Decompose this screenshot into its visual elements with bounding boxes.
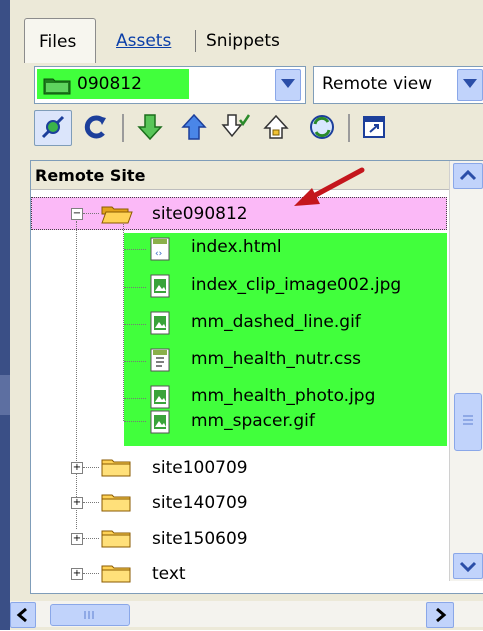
expand-toggle[interactable]: + — [71, 462, 83, 474]
tree-connector — [123, 221, 124, 421]
collapse-toggle[interactable]: − — [71, 208, 83, 220]
image-file-icon — [150, 274, 170, 298]
site-folder-icon — [43, 78, 71, 95]
tab-files[interactable]: Files — [24, 18, 96, 63]
css-file-icon — [150, 348, 170, 372]
view-dropdown-button[interactable] — [457, 69, 483, 101]
file-name[interactable]: mm_dashed_line.gif — [191, 312, 361, 332]
folder-icon — [101, 565, 131, 583]
file-name[interactable]: index.html — [191, 237, 282, 257]
files-panel: Files Assets Snippets 090812 Remote view — [10, 0, 483, 630]
chevron-down-icon — [463, 79, 477, 88]
tab-divider — [195, 30, 196, 52]
scroll-up-button[interactable] — [453, 163, 483, 189]
vertical-scrollbar[interactable] — [449, 161, 483, 581]
open-folder-name: site090812 — [152, 204, 248, 224]
folder-name[interactable]: site140709 — [152, 493, 248, 513]
site-dropdown[interactable]: 090812 — [34, 66, 306, 104]
tab-assets[interactable]: Assets — [116, 31, 171, 51]
chevron-left-icon — [16, 607, 27, 623]
chevron-right-icon — [436, 607, 447, 623]
folder-icon — [101, 494, 131, 512]
site-dropdown-value: 090812 — [77, 74, 142, 94]
expand-button[interactable] — [356, 110, 392, 144]
check-in-icon — [263, 114, 289, 139]
grip-icon — [463, 415, 473, 425]
html-file-icon: ‹› — [150, 237, 170, 261]
tree-header: Remote Site — [31, 161, 449, 190]
folder-name[interactable]: site100709 — [152, 458, 248, 478]
scroll-thumb[interactable] — [454, 393, 482, 451]
refresh-icon — [84, 115, 106, 139]
view-dropdown[interactable]: Remote view — [313, 66, 483, 104]
image-file-icon — [150, 385, 170, 409]
expand-icon — [363, 116, 385, 138]
check-out-button[interactable] — [218, 110, 254, 144]
file-name[interactable]: mm_spacer.gif — [191, 411, 315, 431]
connect-button[interactable] — [34, 110, 72, 146]
file-name[interactable]: index_clip_image002.jpg — [191, 275, 401, 295]
horizontal-scrollbar[interactable] — [10, 601, 483, 628]
folder-name[interactable]: text — [152, 564, 186, 584]
get-icon — [137, 114, 163, 141]
file-name[interactable]: mm_health_photo.jpg — [191, 386, 375, 406]
remote-site-tree: Remote Site − site090812 ‹› index.html i… — [30, 160, 483, 594]
put-icon — [181, 113, 207, 140]
image-file-icon — [150, 410, 170, 434]
left-frame-bar — [0, 0, 10, 630]
check-out-icon — [221, 114, 251, 138]
scroll-down-button[interactable] — [453, 553, 483, 579]
folder-icon — [101, 530, 131, 548]
toolbar-separator — [122, 114, 124, 142]
open-folder-icon — [101, 206, 133, 224]
synchronize-button[interactable] — [304, 110, 340, 144]
svg-text:‹›: ‹› — [155, 249, 162, 259]
scroll-left-button[interactable] — [10, 602, 36, 628]
folder-name[interactable]: site150609 — [152, 529, 248, 549]
grip-icon — [84, 611, 94, 619]
toolbar-separator — [348, 114, 350, 142]
tab-bar: Files Assets Snippets — [10, 0, 483, 63]
connect-icon — [41, 115, 65, 139]
view-dropdown-value: Remote view — [322, 74, 433, 94]
refresh-button[interactable] — [78, 110, 114, 144]
chevron-up-icon — [459, 169, 477, 181]
get-button[interactable] — [132, 110, 168, 144]
annotation-arrow-icon — [294, 167, 365, 206]
site-dropdown-button[interactable] — [275, 69, 301, 101]
expand-toggle[interactable]: + — [71, 568, 83, 580]
check-in-button[interactable] — [260, 110, 296, 144]
image-file-icon — [150, 311, 170, 335]
splitter-grip[interactable] — [0, 375, 10, 415]
expand-toggle[interactable]: + — [71, 497, 83, 509]
expand-toggle[interactable]: + — [71, 533, 83, 545]
synchronize-icon — [310, 115, 334, 139]
chevron-down-icon — [459, 561, 477, 573]
tab-snippets[interactable]: Snippets — [206, 31, 280, 51]
scroll-right-button[interactable] — [426, 602, 454, 628]
chevron-down-icon — [281, 79, 295, 88]
toolbar — [34, 108, 483, 150]
horizontal-scroll-thumb[interactable] — [50, 604, 130, 626]
put-button[interactable] — [176, 110, 212, 144]
folder-icon — [101, 459, 131, 477]
tree-connector — [76, 221, 77, 529]
file-name[interactable]: mm_health_nutr.css — [191, 349, 361, 369]
